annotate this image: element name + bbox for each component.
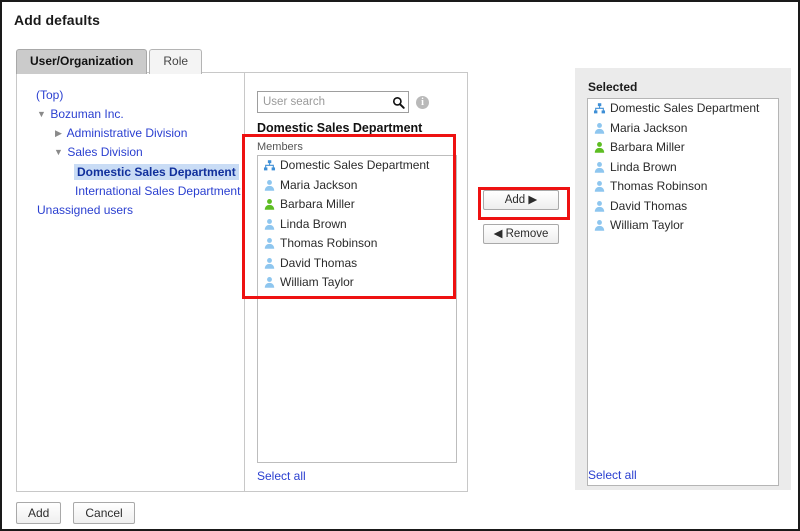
selected-title: Selected [588, 80, 638, 94]
organization-tree-pane: (Top) Bozuman Inc. Administrative Divisi… [16, 72, 244, 492]
tree-item-label: Administrative Division [66, 126, 188, 140]
user-icon [263, 179, 276, 192]
organization-icon [263, 159, 276, 172]
list-item[interactable]: David Thomas [258, 254, 456, 274]
list-item-label: Thomas Robinson [610, 179, 708, 193]
search-input[interactable] [263, 96, 391, 108]
user-icon [263, 257, 276, 270]
tree-item-label: International Sales Department [75, 184, 241, 198]
add-to-selected-button[interactable]: Add ▶ [483, 190, 559, 210]
list-item-label: Barbara Miller [280, 197, 355, 211]
list-item-label: Linda Brown [610, 159, 677, 174]
user-icon [593, 180, 606, 193]
user-icon-active [263, 198, 276, 211]
selected-select-all-link[interactable]: Select all [588, 468, 637, 482]
user-icon [263, 218, 276, 231]
tree-item-international-sales-department[interactable]: International Sales Department [27, 182, 254, 201]
tree-item-unassigned-users[interactable]: Unassigned users [27, 201, 254, 220]
tab-user-organization[interactable]: User/Organization [16, 49, 148, 74]
add-button[interactable]: Add [16, 502, 62, 524]
list-item-label: David Thomas [280, 255, 358, 270]
footer-buttons: Add Cancel [16, 502, 135, 524]
tree-item-domestic-sales-department[interactable]: Domestic Sales Department [27, 162, 254, 182]
tree-item-bozuman-inc[interactable]: Bozuman Inc. [27, 105, 254, 124]
selected-pane: Selected Domestic Sales Department Maria… [575, 68, 791, 490]
members-select-all-link[interactable]: Select all [257, 469, 306, 483]
list-item[interactable]: Thomas Robinson [258, 234, 456, 254]
list-item[interactable]: Thomas Robinson [588, 177, 778, 197]
list-item[interactable]: Barbara Miller [258, 195, 456, 215]
user-icon [263, 237, 276, 250]
list-item-label: David Thomas [610, 198, 688, 213]
list-item-label: Maria Jackson [610, 120, 688, 135]
dialog-add-defaults: Add defaults User/Organization Role (Top… [0, 0, 800, 531]
selected-list[interactable]: Domestic Sales Department Maria Jackson [587, 98, 779, 486]
list-item[interactable]: David Thomas [588, 197, 778, 217]
chevron-down-icon[interactable] [36, 105, 47, 124]
user-icon [593, 161, 606, 174]
list-item-label: Maria Jackson [280, 177, 358, 192]
tree-item-label: Sales Division [67, 145, 143, 159]
list-item[interactable]: William Taylor [588, 216, 778, 236]
chevron-right-icon[interactable] [53, 124, 64, 143]
chevron-down-icon[interactable] [53, 143, 64, 162]
list-item[interactable]: William Taylor [258, 273, 456, 293]
search-box[interactable] [257, 91, 409, 113]
user-icon [263, 276, 276, 289]
cancel-button[interactable]: Cancel [73, 502, 135, 524]
list-item[interactable]: Linda Brown [588, 158, 778, 178]
list-item[interactable]: Linda Brown [258, 215, 456, 235]
user-icon [593, 219, 606, 232]
list-item-label: Domestic Sales Department [280, 158, 430, 172]
user-icon-active [593, 141, 606, 154]
list-item-label: William Taylor [610, 218, 684, 232]
tree-item-label: Domestic Sales Department [74, 164, 239, 180]
organization-heading: Domestic Sales Department [257, 121, 423, 135]
members-caption: Members [257, 141, 303, 153]
tree-item-sales-division[interactable]: Sales Division [27, 143, 254, 162]
list-item-label: Domestic Sales Department [610, 101, 760, 115]
list-item[interactable]: Domestic Sales Department [258, 156, 456, 176]
remove-from-selected-button[interactable]: ◀ Remove [483, 224, 559, 244]
list-item[interactable]: Barbara Miller [588, 138, 778, 158]
organization-tree: (Top) Bozuman Inc. Administrative Divisi… [27, 86, 254, 220]
list-item-label: Linda Brown [280, 216, 347, 231]
list-item[interactable]: Maria Jackson [588, 119, 778, 139]
page-title: Add defaults [14, 12, 100, 28]
user-icon [593, 200, 606, 213]
members-list[interactable]: Domestic Sales Department Maria Jackson [257, 155, 457, 463]
info-icon[interactable]: i [416, 95, 429, 109]
tree-item-label: Bozuman Inc. [50, 107, 124, 121]
list-item-label: Thomas Robinson [280, 236, 378, 250]
tree-item-label: (Top) [36, 88, 64, 102]
tab-role[interactable]: Role [149, 49, 203, 74]
list-item-label: William Taylor [280, 275, 354, 289]
list-item[interactable]: Domestic Sales Department [588, 99, 778, 119]
organization-icon [593, 102, 606, 115]
tree-item-administrative-division[interactable]: Administrative Division [27, 124, 254, 143]
tab-bar: User/Organization Role [16, 48, 204, 74]
search-icon[interactable] [391, 95, 405, 109]
user-icon [593, 122, 606, 135]
list-item-label: Barbara Miller [610, 140, 685, 154]
tree-item-label: Unassigned users [37, 203, 134, 217]
transfer-buttons: Add ▶ ◀ Remove [483, 190, 559, 244]
search-area: i [257, 91, 429, 113]
tree-item-top[interactable]: (Top) [27, 86, 254, 105]
list-item[interactable]: Maria Jackson [258, 176, 456, 196]
members-pane: i Domestic Sales Department Members Dome… [244, 72, 468, 492]
